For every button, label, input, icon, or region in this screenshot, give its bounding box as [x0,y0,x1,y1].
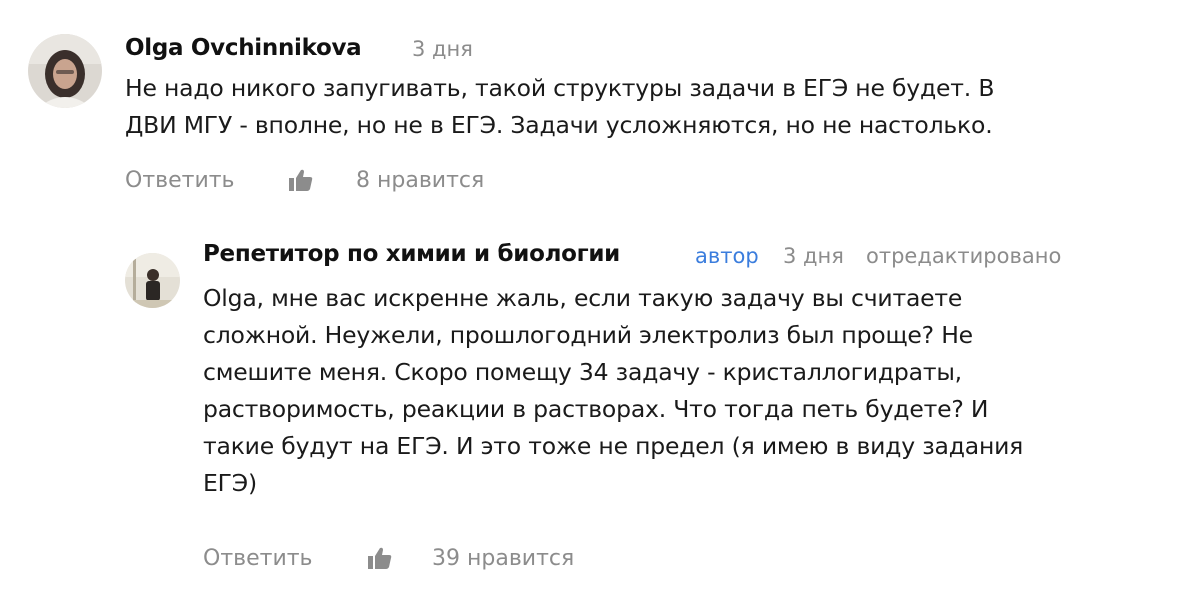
comment-time[interactable]: 3 дня [412,37,473,61]
comment-author[interactable]: Olga Ovchinnikova [125,35,362,61]
reply-button[interactable]: Ответить [203,546,313,571]
likes-count: 8 нравится [356,168,485,193]
thumbs-up-icon[interactable] [289,169,313,191]
comment-text: Не надо никого запугивать, такой структу… [125,74,995,139]
edited-label: отредактировано [866,244,1062,268]
avatar[interactable] [125,253,180,308]
author-badge: автор [695,244,759,268]
comment-text: Olga, мне вас искренне жаль, если такую … [203,284,1024,497]
likes-count: 39 нравится [432,546,575,571]
comment-author[interactable]: Репетитор по химии и биологии [203,241,620,267]
comment-time[interactable]: 3 дня [783,244,844,268]
thumbs-up-icon[interactable] [368,547,392,569]
reply-button[interactable]: Ответить [125,168,235,193]
avatar[interactable] [28,34,102,108]
